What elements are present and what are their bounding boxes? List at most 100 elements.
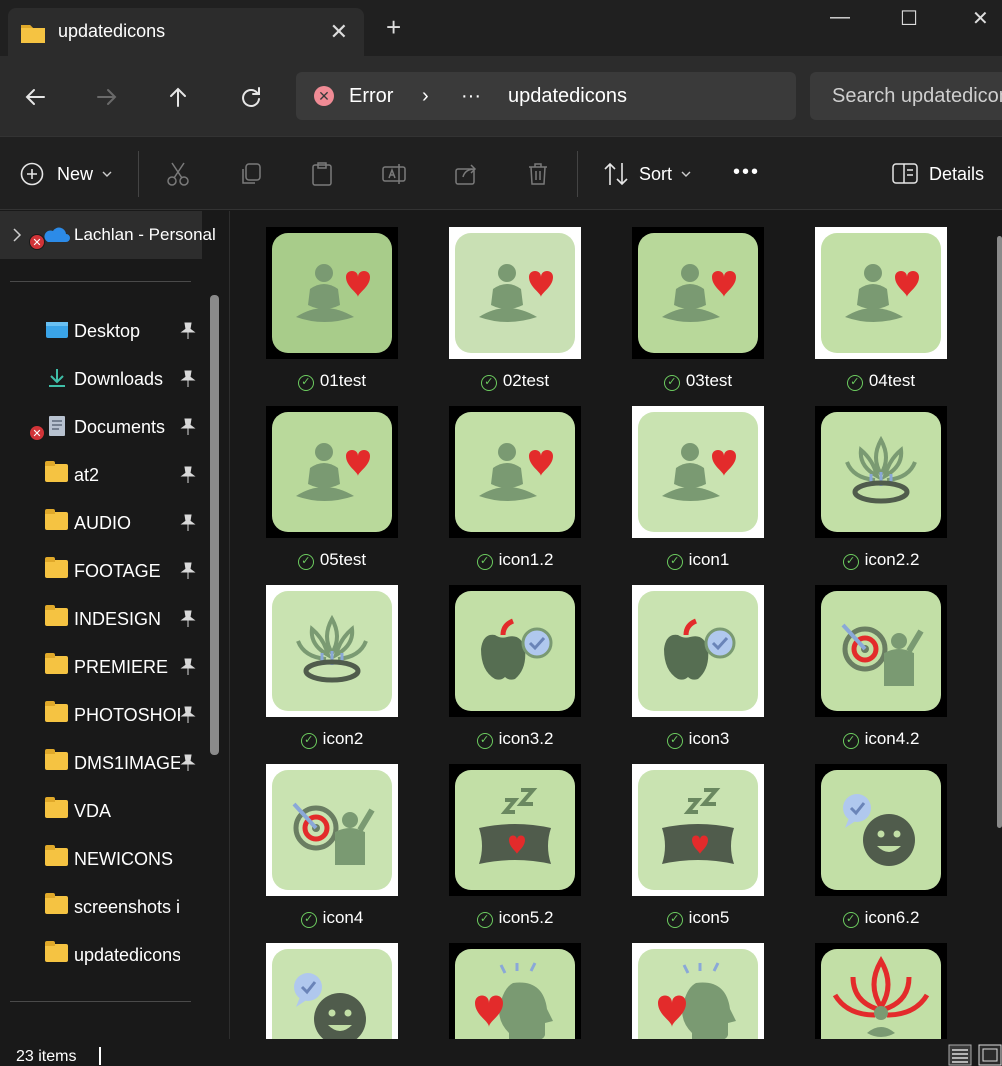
file-thumbnail[interactable] [449, 585, 581, 717]
pin-icon[interactable] [180, 706, 196, 724]
file-item[interactable]: ✓ 05test [266, 406, 398, 570]
file-thumbnail[interactable] [815, 227, 947, 359]
pin-icon[interactable] [180, 370, 196, 388]
details-button[interactable]: Details [929, 164, 984, 185]
file-thumbnail[interactable] [449, 406, 581, 538]
pin-icon[interactable] [180, 322, 196, 340]
sidebar-item-at2[interactable]: at2 [0, 455, 205, 495]
large-icons-view-icon[interactable] [978, 1044, 1002, 1066]
file-item[interactable] [266, 943, 398, 1039]
more-options-icon[interactable]: ••• [733, 161, 760, 184]
sidebar-item-photoshop[interactable]: PHOTOSHOP [0, 695, 205, 735]
up-arrow-icon[interactable] [163, 82, 193, 112]
maximize-button[interactable]: ☐ [900, 6, 918, 31]
sidebar-item-newicons[interactable]: NEWICONS [0, 839, 205, 879]
pin-icon[interactable] [180, 562, 196, 580]
file-thumbnail[interactable] [632, 943, 764, 1039]
file-thumbnail[interactable] [632, 585, 764, 717]
file-item[interactable]: ✓ icon6.2 [815, 764, 947, 928]
file-thumbnail[interactable] [266, 943, 398, 1039]
file-item[interactable]: ✓ icon1 [632, 406, 764, 570]
file-thumbnail[interactable] [266, 227, 398, 359]
cut-icon[interactable] [165, 161, 191, 187]
file-item[interactable] [632, 943, 764, 1039]
file-item[interactable]: ✓ icon5 [632, 764, 764, 928]
sidebar-item-vda[interactable]: VDA [0, 791, 205, 831]
file-item[interactable] [815, 943, 947, 1039]
close-window-button[interactable]: ✕ [972, 6, 989, 31]
file-item[interactable]: ✓ icon2 [266, 585, 398, 749]
search-input[interactable]: Search updatedicons [810, 72, 1002, 120]
file-thumbnail[interactable] [815, 764, 947, 896]
details-view-icon[interactable] [948, 1044, 972, 1066]
sidebar-item-dms1image[interactable]: DMS1IMAGE [0, 743, 205, 783]
pin-icon[interactable] [180, 514, 196, 532]
file-item[interactable]: ✓ icon3.2 [449, 585, 581, 749]
file-item[interactable]: ✓ 04test [815, 227, 947, 391]
sidebar-item-indesign[interactable]: INDESIGN [0, 599, 205, 639]
sort-icon[interactable] [602, 161, 630, 187]
file-item[interactable] [449, 943, 581, 1039]
file-thumbnail[interactable] [266, 406, 398, 538]
file-thumbnail[interactable] [449, 943, 581, 1039]
paste-icon[interactable] [309, 161, 335, 187]
file-thumbnail[interactable] [815, 585, 947, 717]
new-plus-icon[interactable] [20, 162, 44, 186]
file-thumbnail[interactable] [266, 585, 398, 717]
file-thumbnail[interactable] [449, 227, 581, 359]
sidebar-item-audio[interactable]: AUDIO [0, 503, 205, 543]
breadcrumb-updatedicons[interactable]: updatedicons [508, 85, 627, 108]
sidebar-item-onedrive[interactable]: ✕ Lachlan - Personal [0, 211, 216, 259]
file-thumbnail[interactable] [815, 943, 947, 1039]
chevron-down-icon[interactable] [681, 170, 691, 178]
minimize-button[interactable]: — [830, 6, 850, 29]
file-thumbnail[interactable] [632, 406, 764, 538]
sidebar-item-updatedicons[interactable]: updatedicons [0, 935, 205, 975]
address-bar[interactable]: ✕ Error › ··· updatedicons [296, 72, 796, 120]
file-item[interactable]: ✓ icon3 [632, 585, 764, 749]
file-thumbnail[interactable] [632, 227, 764, 359]
sidebar-scrollbar[interactable] [210, 295, 219, 755]
sidebar-item-documents[interactable]: ✕ Documents [0, 407, 205, 447]
file-item[interactable]: ✓ icon4.2 [815, 585, 947, 749]
file-item[interactable]: ✓ icon2.2 [815, 406, 947, 570]
file-item[interactable]: ✓ 02test [449, 227, 581, 391]
sidebar-item-footage[interactable]: FOOTAGE [0, 551, 205, 591]
copy-icon[interactable] [238, 161, 264, 187]
tab-updatedicons[interactable]: updatedicons ✕ [8, 8, 364, 56]
chevron-right-icon[interactable] [12, 228, 22, 242]
refresh-icon[interactable] [236, 82, 266, 112]
share-icon[interactable] [453, 161, 479, 187]
file-thumbnail[interactable] [449, 764, 581, 896]
content-scrollbar[interactable] [997, 236, 1002, 828]
delete-icon[interactable] [525, 161, 551, 187]
rename-icon[interactable] [381, 161, 407, 187]
back-arrow-icon[interactable] [20, 82, 50, 112]
new-button[interactable]: New [57, 164, 93, 185]
breadcrumb-error[interactable]: Error [349, 85, 393, 108]
file-thumbnail[interactable] [815, 406, 947, 538]
sort-button[interactable]: Sort [639, 164, 672, 185]
breadcrumb-separator-icon[interactable]: › [422, 85, 429, 108]
details-pane-icon[interactable] [892, 163, 918, 185]
sidebar-item-screenshots[interactable]: screenshots i need [0, 887, 205, 927]
sidebar-item-downloads[interactable]: Downloads [0, 359, 205, 399]
sidebar-item-premiere[interactable]: PREMIERE [0, 647, 205, 687]
file-thumbnail[interactable] [266, 764, 398, 896]
sidebar-item-desktop[interactable]: Desktop [0, 311, 205, 351]
file-item[interactable]: ✓ 01test [266, 227, 398, 391]
file-item[interactable]: ✓ icon4 [266, 764, 398, 928]
pin-icon[interactable] [180, 610, 196, 628]
file-item[interactable]: ✓ 03test [632, 227, 764, 391]
file-thumbnail[interactable] [632, 764, 764, 896]
file-item[interactable]: ✓ icon1.2 [449, 406, 581, 570]
file-item[interactable]: ✓ icon5.2 [449, 764, 581, 928]
close-tab-icon[interactable]: ✕ [330, 19, 348, 45]
pin-icon[interactable] [180, 658, 196, 676]
chevron-down-icon[interactable] [102, 170, 112, 178]
pin-icon[interactable] [180, 466, 196, 484]
pin-icon[interactable] [180, 418, 196, 436]
forward-arrow-icon[interactable] [92, 82, 122, 112]
breadcrumb-more-icon[interactable]: ··· [461, 85, 481, 108]
new-tab-button[interactable]: + [386, 14, 401, 40]
